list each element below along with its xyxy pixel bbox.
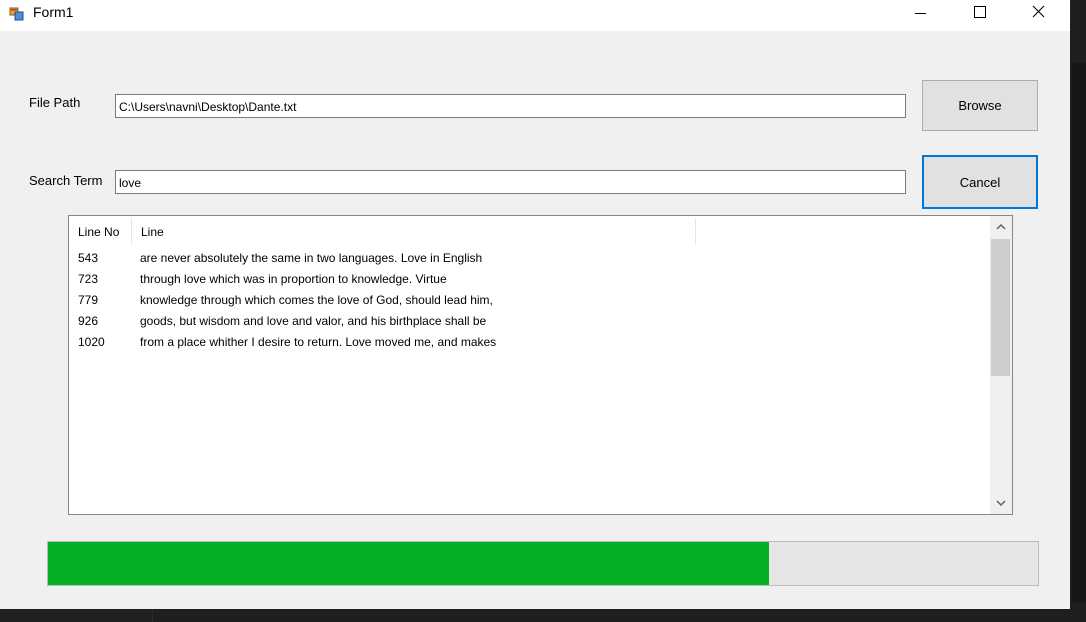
scrollbar-thumb[interactable] [991, 239, 1010, 376]
close-icon [1032, 5, 1045, 18]
file-path-label: File Path [29, 95, 81, 110]
search-term-label: Search Term [29, 173, 103, 188]
chevron-up-icon[interactable] [990, 216, 1012, 238]
background-editor-panel [1072, 63, 1086, 603]
title-bar: Form1 [0, 0, 1070, 31]
line-number-cell: 723 [78, 272, 99, 286]
taskbar-divider [152, 609, 153, 622]
browse-button[interactable]: Browse [922, 80, 1038, 131]
minimize-button[interactable] [898, 0, 944, 25]
table-row[interactable]: 779 knowledge through which comes the lo… [69, 290, 989, 311]
close-button[interactable] [1015, 0, 1061, 25]
line-text-cell: through love which was in proportion to … [140, 272, 447, 286]
taskbar-app-area [0, 609, 152, 622]
file-path-input[interactable] [115, 94, 906, 118]
table-row[interactable]: 1020 from a place whither I desire to re… [69, 332, 989, 353]
results-listview[interactable]: Line No Line 543 are never absolutely th… [68, 215, 1013, 515]
search-term-input[interactable] [115, 170, 906, 194]
search-progress-bar [47, 541, 1039, 586]
chevron-down-icon[interactable] [990, 492, 1012, 514]
column-divider[interactable] [695, 218, 696, 244]
cancel-button[interactable]: Cancel [922, 155, 1038, 209]
table-row[interactable]: 543 are never absolutely the same in two… [69, 248, 989, 269]
maximize-button[interactable] [957, 0, 1003, 25]
line-number-cell: 926 [78, 314, 99, 328]
minimize-icon [915, 13, 926, 14]
table-row[interactable]: 926 goods, but wisdom and love and valor… [69, 311, 989, 332]
form1-window: Form1 File Path Browse Search Term Cance… [0, 0, 1070, 609]
line-number-cell: 1020 [78, 335, 105, 349]
line-text-cell: knowledge through which comes the love o… [140, 293, 493, 307]
taskbar [0, 609, 1086, 622]
line-number-cell: 779 [78, 293, 99, 307]
maximize-icon [974, 6, 986, 18]
table-row[interactable]: 723 through love which was in proportion… [69, 269, 989, 290]
line-number-cell: 543 [78, 251, 99, 265]
line-text-cell: goods, but wisdom and love and valor, an… [140, 314, 487, 328]
line-text-cell: from a place whither I desire to return.… [140, 335, 497, 349]
window-title: Form1 [33, 4, 74, 20]
column-header-line-no[interactable]: Line No [69, 216, 131, 246]
column-header-line[interactable]: Line [132, 216, 695, 246]
form-app-icon [9, 6, 25, 22]
line-text-cell: are never absolutely the same in two lan… [140, 251, 483, 265]
progress-fill [48, 542, 769, 585]
